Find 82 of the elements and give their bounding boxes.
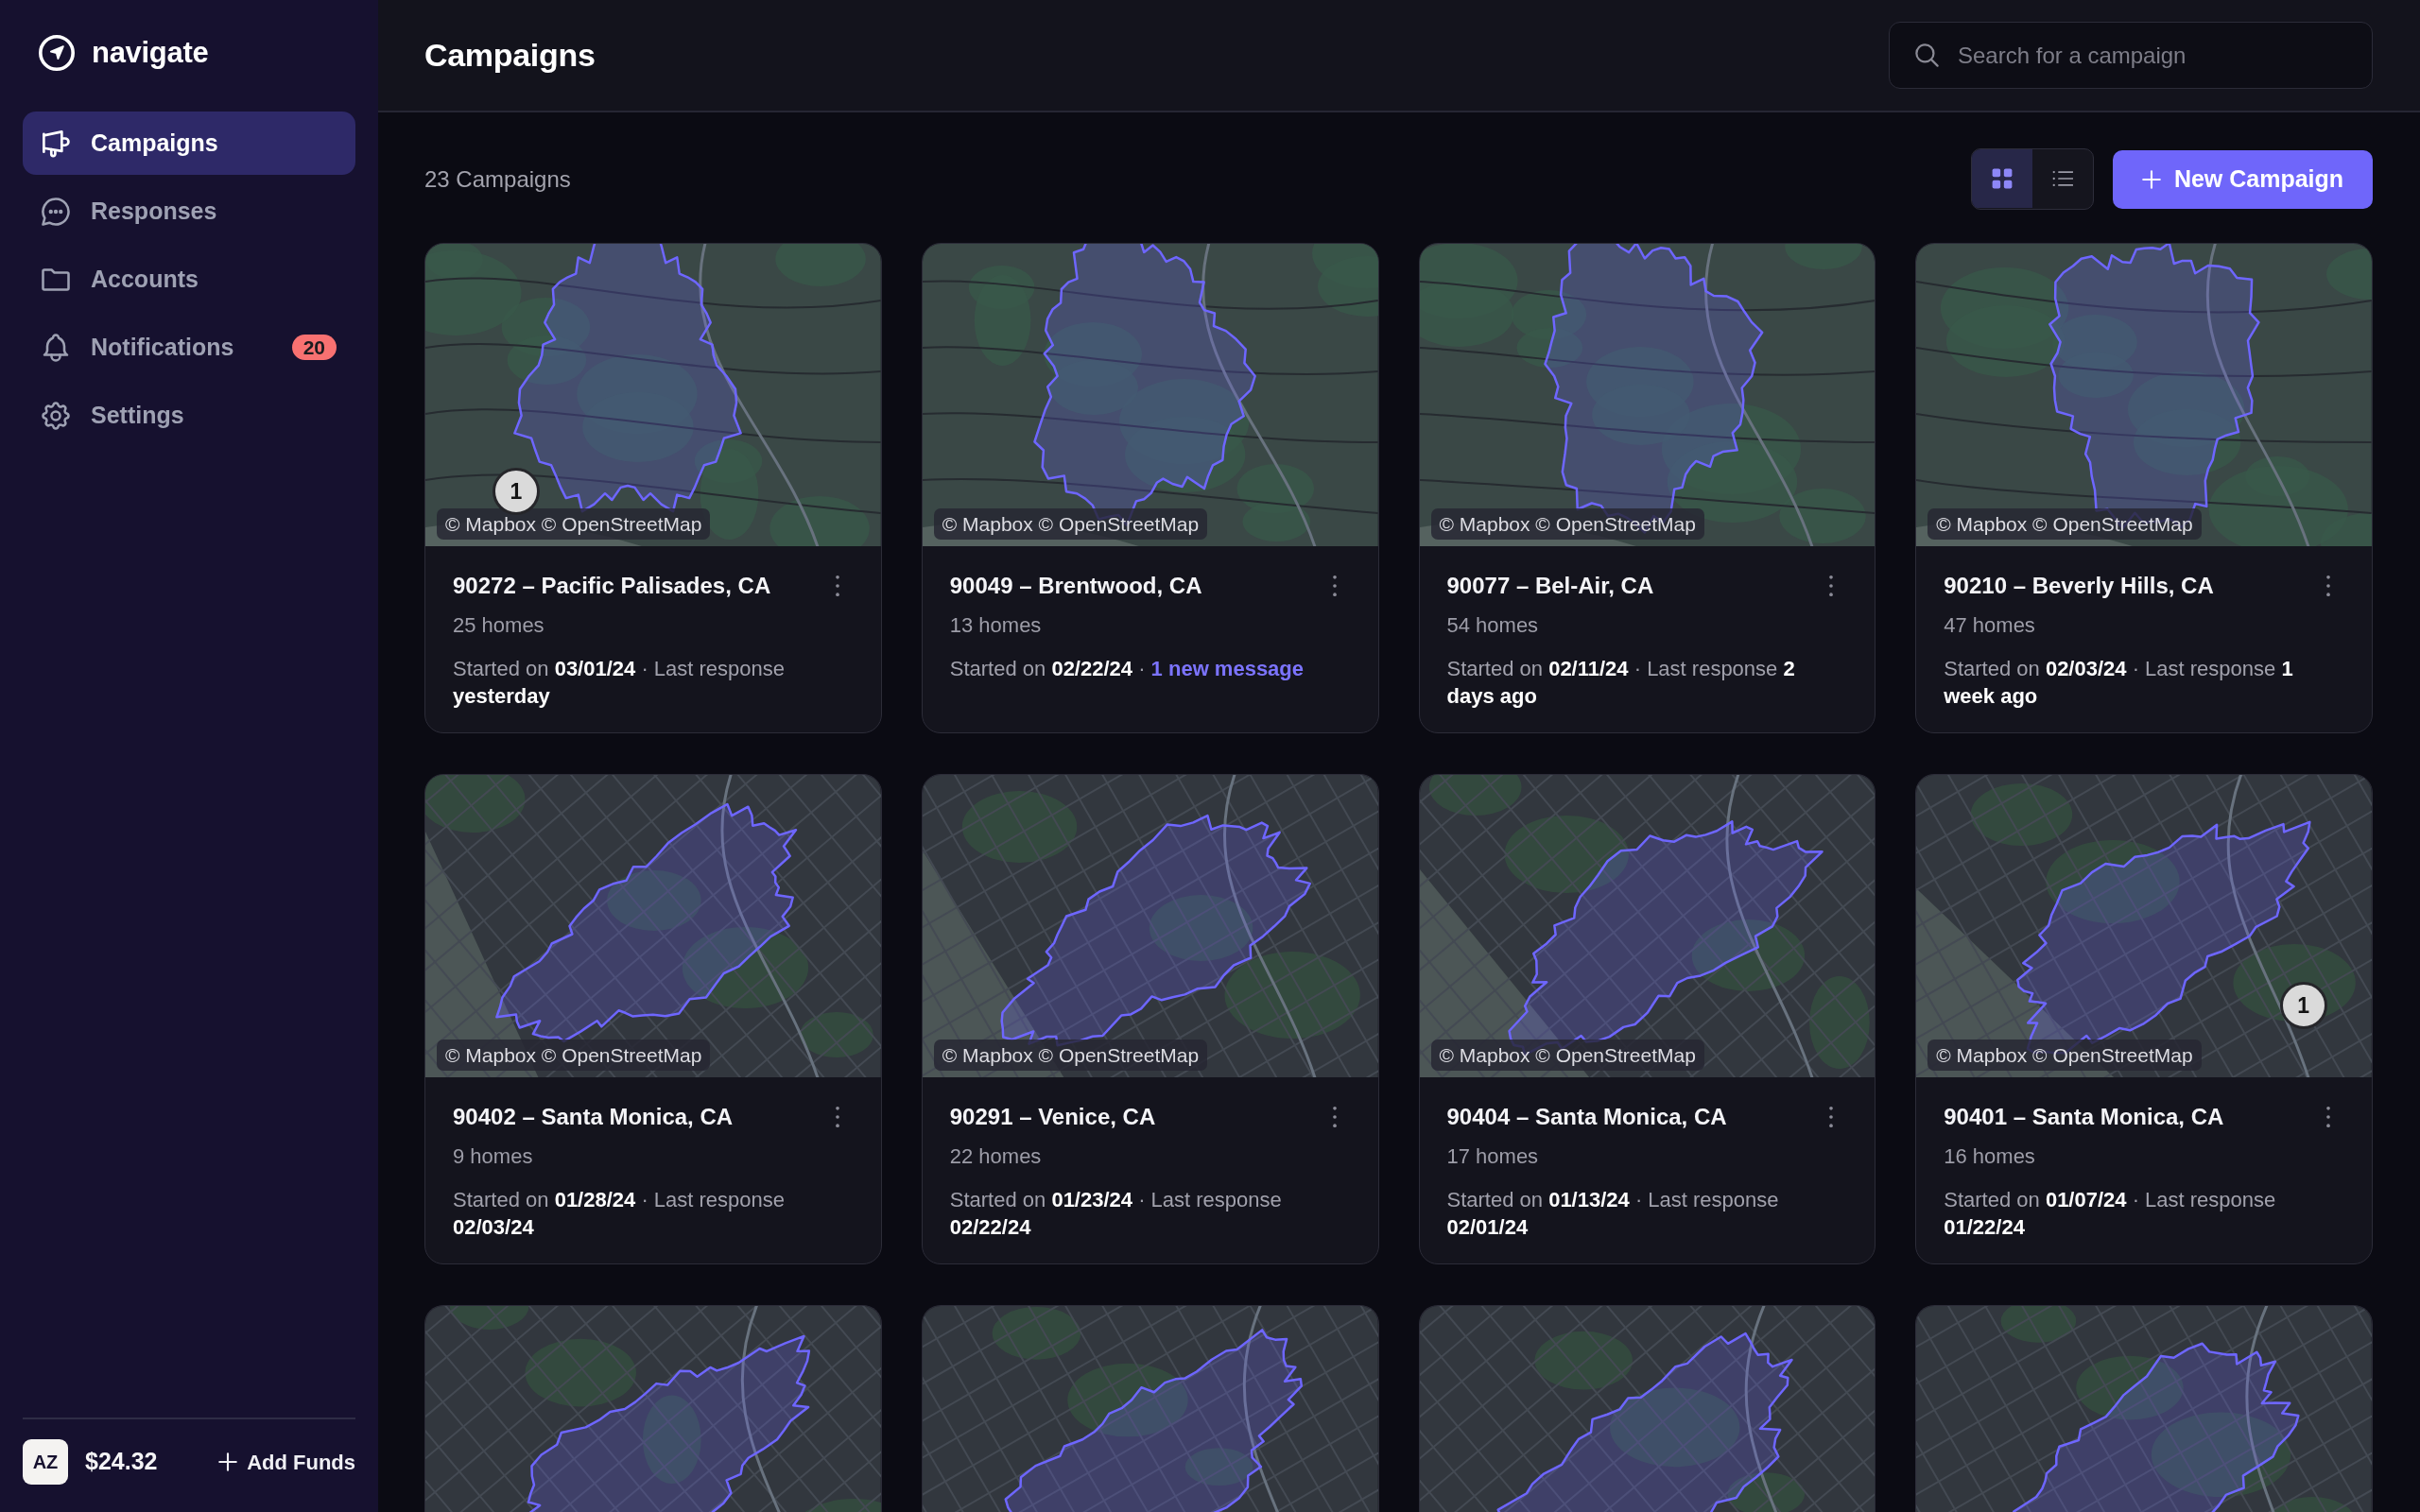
sidebar-item[interactable]: Accounts xyxy=(23,248,355,311)
campaign-card[interactable]: © Mapbox © OpenStreetMap 90404 – Santa Monica, CA 17 homes Started on 01/13/24 · Last response 02/01/24 xyxy=(1418,774,1876,1264)
compass-icon xyxy=(39,35,75,71)
map-attribution: © Mapbox © OpenStreetMap xyxy=(1927,1039,2202,1071)
campaign-card[interactable]: © Mapbox © OpenStreetMap 90291 – Venice, CA 22 homes Started on 01/23/24 · Last response 02/22/24 xyxy=(921,774,1379,1264)
bell-icon xyxy=(42,333,70,362)
more-options-button[interactable] xyxy=(1332,576,1337,596)
kebab-icon xyxy=(1829,576,1834,596)
map-attribution: © Mapbox © OpenStreetMap xyxy=(933,507,1208,540)
list-icon xyxy=(2052,168,2073,189)
plus-icon xyxy=(2141,169,2161,189)
campaign-title: 90049 – Brentwood, CA xyxy=(949,572,1202,600)
home-count: 16 homes xyxy=(1944,1143,2036,1170)
campaign-title: 90272 – Pacific Palisades, CA xyxy=(453,572,771,600)
gear-icon xyxy=(42,401,70,430)
home-count: 17 homes xyxy=(1446,1143,1540,1170)
notification-count: 20 xyxy=(291,334,337,361)
campaign-card[interactable]: © Mapbox © OpenStreetMap 1 90272 – Pacific Palisades, CA 25 homes Started on 03/01/24 · Last response yesterday xyxy=(424,243,882,733)
campaign-status: Started on 01/23/24 · Last response 02/22/24 xyxy=(949,1187,1283,1241)
megaphone-icon xyxy=(42,129,70,158)
campaign-status: Started on 01/28/24 · Last response 02/03/24 xyxy=(453,1187,786,1241)
kebab-icon xyxy=(1829,1107,1834,1127)
campaign-card[interactable]: © Mapbox © OpenStreetMap 90049 – Brentwood, CA 13 homes Started on 02/22/24 · 1 new message xyxy=(921,243,1379,733)
kebab-icon xyxy=(2326,576,2330,596)
campaign-status: Started on 03/01/24 · Last response yesterday xyxy=(453,656,786,710)
campaign-status: Started on 01/13/24 · Last response 02/01/24 xyxy=(1446,1187,1780,1241)
more-options-button[interactable] xyxy=(835,1107,839,1127)
grid-view-button[interactable] xyxy=(1972,149,2032,208)
page-title: Campaigns xyxy=(424,36,596,75)
more-options-button[interactable] xyxy=(835,576,839,596)
more-options-button[interactable] xyxy=(1829,576,1834,596)
new-message-link[interactable]: 1 new message xyxy=(1150,657,1305,680)
map-attribution: © Mapbox © OpenStreetMap xyxy=(437,1039,711,1071)
app-logo-text: navigate xyxy=(92,34,209,71)
campaign-status: Started on 02/03/24 · Last response 1 week ago xyxy=(1944,656,2294,710)
sidebar-item[interactable]: Notifications 20 xyxy=(23,316,355,379)
kebab-icon xyxy=(835,576,839,596)
campaign-status: Started on 02/11/24 · Last response 2 days ago xyxy=(1446,656,1796,710)
plus-icon xyxy=(218,1452,238,1471)
campaign-status: Started on 01/07/24 · Last response 01/22/24 xyxy=(1944,1187,2277,1241)
campaign-card[interactable]: © Mapbox © OpenStreetMap 90077 – Bel-Air, CA 54 homes Started on 02/11/24 · Last response 2 days ago xyxy=(1418,243,1876,733)
map-attribution: © Mapbox © OpenStreetMap xyxy=(1430,507,1704,540)
kebab-icon xyxy=(835,1107,839,1127)
account-balance: $24.32 xyxy=(85,1447,158,1477)
grid-icon xyxy=(1992,168,2013,189)
campaign-status: Started on 02/22/24 · 1 new message xyxy=(949,656,1305,682)
campaign-title: 90402 – Santa Monica, CA xyxy=(453,1103,734,1131)
kebab-icon xyxy=(1332,1107,1337,1127)
more-options-button[interactable] xyxy=(1829,1107,1834,1127)
campaign-count: 23 Campaigns xyxy=(424,164,571,194)
search-field[interactable]: Search for a campaign xyxy=(1889,22,2373,89)
home-count: 9 homes xyxy=(453,1143,534,1170)
kebab-icon xyxy=(2326,1107,2330,1127)
kebab-icon xyxy=(1332,576,1337,596)
campaign-card[interactable]: © Mapbox © OpenStreetMap 1 90401 – Santa Monica, CA 16 homes Started on 01/07/24 · Last response 01/22/24 xyxy=(1915,774,2373,1264)
more-options-button[interactable] xyxy=(2326,576,2330,596)
campaign-title: 90401 – Santa Monica, CA xyxy=(1944,1103,2224,1131)
more-options-button[interactable] xyxy=(2326,1107,2330,1127)
campaign-title: 90404 – Santa Monica, CA xyxy=(1446,1103,1727,1131)
campaign-title: 90077 – Bel-Air, CA xyxy=(1446,572,1654,600)
campaign-title: 90291 – Venice, CA xyxy=(949,1103,1156,1131)
add-funds-button[interactable]: Add Funds xyxy=(218,1446,355,1478)
map-attribution: © Mapbox © OpenStreetMap xyxy=(437,507,711,540)
home-count: 25 homes xyxy=(453,612,545,639)
sidebar-item[interactable]: Campaigns xyxy=(23,112,355,175)
map-attribution: © Mapbox © OpenStreetMap xyxy=(1927,507,2202,540)
more-options-button[interactable] xyxy=(1332,1107,1337,1127)
search-icon xyxy=(1915,43,1939,67)
map-attribution: © Mapbox © OpenStreetMap xyxy=(1430,1039,1704,1071)
campaign-title: 90210 – Beverly Hills, CA xyxy=(1944,572,2214,600)
home-count: 54 homes xyxy=(1446,612,1540,639)
map-attribution: © Mapbox © OpenStreetMap xyxy=(933,1039,1208,1071)
chat-bubble-icon xyxy=(42,197,70,226)
campaign-card[interactable]: © Mapbox © OpenStreetMap 90402 – Santa Monica, CA 9 homes Started on 01/28/24 · Last response 02/03/24 xyxy=(424,774,882,1264)
new-campaign-button[interactable]: New Campaign xyxy=(2113,149,2373,209)
home-count: 13 homes xyxy=(949,612,1043,639)
home-count: 22 homes xyxy=(949,1143,1043,1170)
sidebar-item[interactable]: Settings xyxy=(23,384,355,447)
sidebar-item[interactable]: Responses xyxy=(23,180,355,243)
campaign-card[interactable]: © Mapbox © OpenStreetMap 90210 – Beverly Hills, CA 47 homes Started on 02/03/24 · Last response 1 week ago xyxy=(1915,243,2373,733)
avatar-initials: AZ xyxy=(23,1439,68,1485)
home-count: 47 homes xyxy=(1944,612,2036,639)
